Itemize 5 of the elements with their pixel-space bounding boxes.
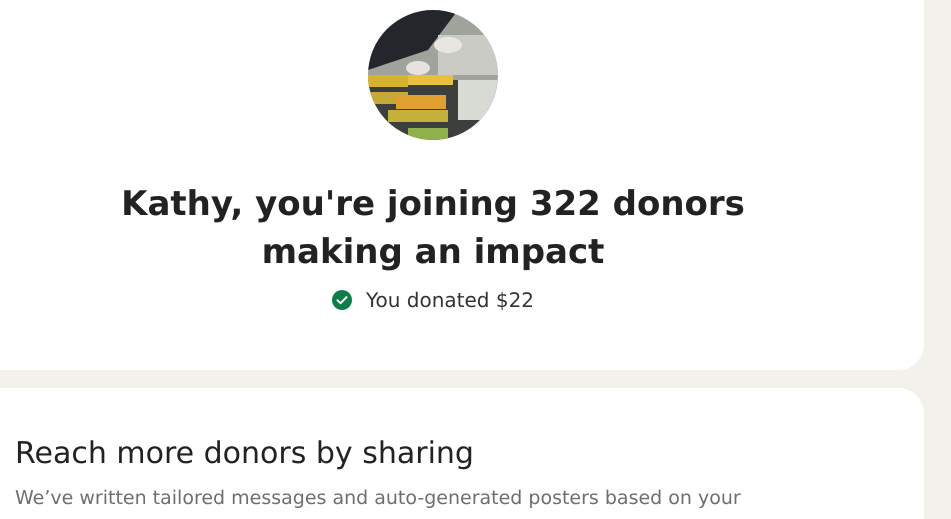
check-circle-icon	[332, 290, 352, 310]
donation-status: You donated $22	[366, 288, 534, 312]
share-description: We’ve written tailored messages and auto-generated posters based on your	[15, 486, 742, 510]
confirmation-title: Kathy, you're joining 322 donors making an impact	[120, 183, 746, 274]
share-heading: Reach more donors by sharing	[15, 435, 475, 473]
